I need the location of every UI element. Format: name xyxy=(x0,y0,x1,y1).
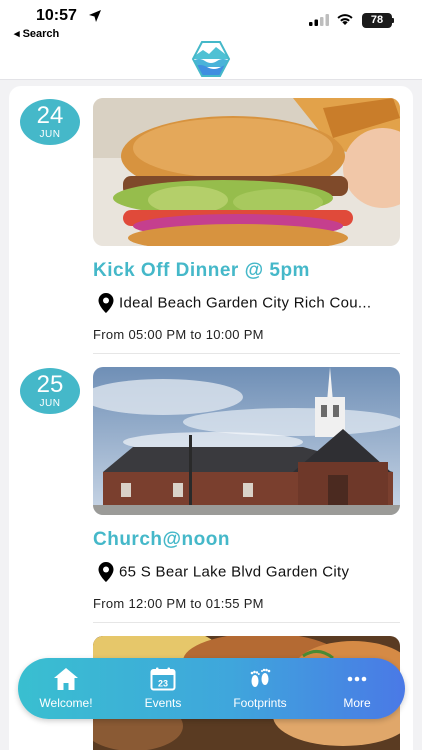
status-bar: 10:57 ◂ Search 78 xyxy=(0,0,422,44)
event-location: Ideal Beach Garden City Rich Cou... xyxy=(97,292,407,314)
status-time: 10:57 xyxy=(36,7,77,24)
event-title[interactable]: Church@noon xyxy=(93,529,230,551)
event-time: From 12:00 PM to 01:55 PM xyxy=(93,596,264,611)
tab-footprints[interactable]: Footprints xyxy=(220,667,300,713)
battery-indicator: 78 xyxy=(362,13,392,28)
date-month: JUN xyxy=(39,129,61,140)
date-day: 24 xyxy=(36,102,64,129)
map-pin-icon xyxy=(98,562,114,582)
cellular-signal-icon xyxy=(309,14,329,26)
event-location: 65 S Bear Lake Blvd Garden City xyxy=(97,561,407,583)
date-month: JUN xyxy=(39,398,61,409)
event-time: From 05:00 PM to 10:00 PM xyxy=(93,327,264,342)
event-list: 24 JUN Kick Off Dinner @ 5pm Ideal Beach… xyxy=(9,86,413,750)
church-image xyxy=(93,367,400,515)
more-icon xyxy=(347,676,367,682)
back-to-search-link[interactable]: ◂ Search xyxy=(14,27,59,40)
date-day: 25 xyxy=(36,371,64,398)
tab-label: More xyxy=(343,696,371,710)
app-logo-icon xyxy=(191,41,231,77)
church-photo[interactable] xyxy=(93,367,400,515)
wifi-icon xyxy=(337,14,353,25)
calendar-icon-text: 23 xyxy=(158,679,168,689)
tab-label: Welcome! xyxy=(39,696,93,710)
home-icon xyxy=(54,668,78,690)
event-title[interactable]: Kick Off Dinner @ 5pm xyxy=(93,260,310,282)
map-pin-icon xyxy=(98,293,114,313)
burger-image xyxy=(93,98,400,246)
date-badge: 24 JUN xyxy=(20,99,80,145)
tab-more[interactable]: More xyxy=(317,667,397,713)
event-item[interactable]: 25 JUN Church@noon 65 S Bear Lake Blvd G… xyxy=(9,355,413,623)
tab-welcome[interactable]: Welcome! xyxy=(26,667,106,713)
divider xyxy=(93,353,400,354)
location-text: Ideal Beach Garden City Rich Cou... xyxy=(119,294,372,312)
burger-photo[interactable] xyxy=(93,98,400,246)
date-badge: 25 JUN xyxy=(20,368,80,414)
divider xyxy=(93,622,400,623)
battery-tip xyxy=(392,18,394,23)
bottom-tab-bar: Welcome! 23 Events Footprints More xyxy=(18,658,405,719)
location-arrow-icon xyxy=(89,10,101,22)
footprints-icon xyxy=(250,668,271,687)
tab-label: Footprints xyxy=(233,696,287,710)
tab-events[interactable]: 23 Events xyxy=(123,667,203,713)
event-item[interactable]: 24 JUN Kick Off Dinner @ 5pm Ideal Beach… xyxy=(9,86,413,354)
tab-label: Events xyxy=(144,696,182,710)
app-header xyxy=(0,41,422,80)
calendar-icon: 23 xyxy=(150,667,176,691)
location-text: 65 S Bear Lake Blvd Garden City xyxy=(119,563,350,581)
